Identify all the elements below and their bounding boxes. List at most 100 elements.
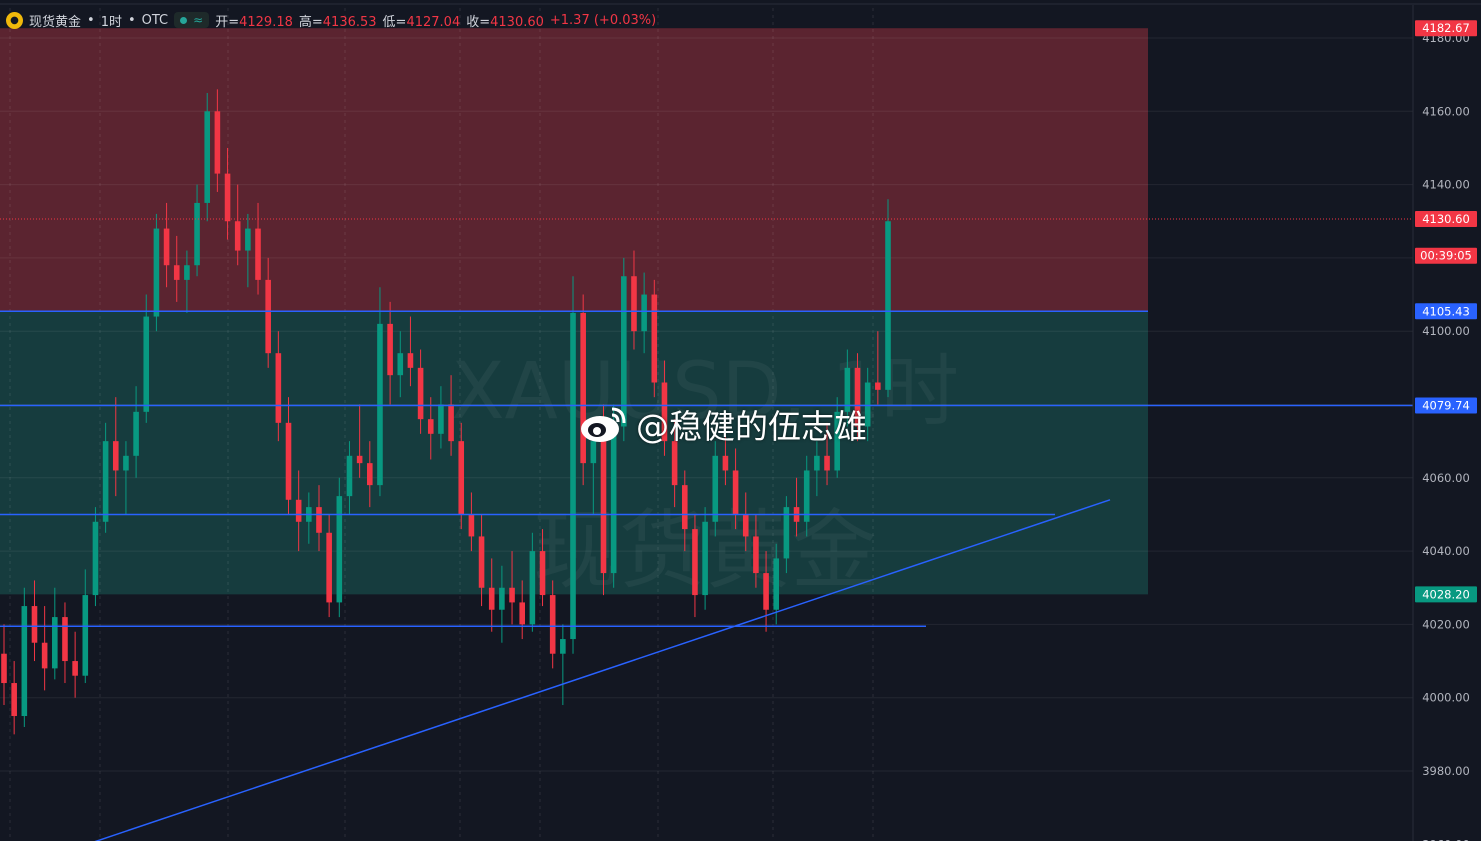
price-tag-label: 4182.67 [1422,21,1470,35]
candle-body [102,441,109,522]
candle [570,276,576,654]
candle-body [458,441,465,515]
candle-body [549,595,556,654]
candle-body [346,455,353,497]
candle-body [641,294,647,332]
candle-body [11,683,17,717]
candle-body [519,602,526,625]
candle-body [499,587,505,610]
candle-body [163,228,170,266]
candle-body [204,111,211,203]
close-label: 收= [466,14,491,30]
interval-label[interactable]: 1时 [101,11,122,30]
price-tag: 4079.74 [1415,397,1477,414]
candle [885,199,891,398]
price-tag: 4028.20 [1415,586,1477,603]
candle-body [712,455,719,522]
price-tag-label: 4130.60 [1422,212,1470,226]
price-tick-label: 4000.00 [1422,691,1470,705]
chart-legend: ● 现货黄金 • 1时 • OTC ≈ 开=4129.18 高=4136.53 … [6,10,656,30]
candle-body [448,404,454,442]
candle [336,477,343,618]
high-label: 高= [298,14,323,30]
candle-body [438,404,444,434]
exchange-label: OTC [141,12,169,28]
candle-body [681,485,688,530]
close-value: 4130.60 [490,14,544,30]
candle-body [417,367,424,420]
candle-body [62,617,68,662]
price-tick-label: 4060.00 [1422,471,1470,485]
price-axis [1413,5,1481,841]
candle [153,213,160,332]
candle-body [356,455,363,464]
candle-body [92,521,99,596]
candle-body [702,521,708,596]
price-tag: 00:39:05 [1415,247,1477,264]
candle-body [875,382,881,390]
candle-body [570,312,576,640]
price-tag: 4105.43 [1415,303,1477,320]
candle [702,507,708,610]
price-tag: 4182.67 [1415,20,1477,37]
candle-body [41,642,48,669]
price-tick-label: 4100.00 [1422,324,1470,338]
candle-body [1,653,7,684]
candle-body [184,265,190,280]
candle-body [509,587,515,603]
candle [651,279,658,398]
candle-body [285,422,292,500]
candle-body [82,595,89,676]
candle-body [366,463,373,486]
candle-body [814,455,820,471]
open-value: 4129.18 [239,14,293,30]
candle-body [112,441,119,471]
candle-body [722,455,729,471]
market-open-dot-icon [180,16,188,24]
watermark-handle: @稳健的伍志雄 [636,407,867,446]
candle [21,587,28,728]
price-tick-label: 3980.00 [1422,764,1470,778]
high-value: 4136.53 [322,14,377,30]
candle-body [224,173,231,222]
low-label: 低= [382,14,407,30]
price-tick-label: 4160.00 [1422,104,1470,118]
candle-body [651,294,658,383]
candle-body [600,441,607,574]
candle-body [234,221,241,251]
price-tag-label: 4105.43 [1422,304,1470,318]
candle-body [468,514,475,537]
candle [204,92,211,222]
price-tick-label: 4020.00 [1422,617,1470,631]
candle-body [52,617,58,669]
candle-body [885,221,891,390]
candle-body [153,228,160,317]
symbol-name[interactable]: 现货黄金 [29,11,81,30]
candle-body [295,499,302,522]
candle-body [245,228,251,251]
legend-separator: • [127,12,136,28]
weibo-watermark: @稳健的伍志雄 [578,400,867,448]
legend-separator: • [87,12,95,28]
candle-body [143,316,150,412]
candle-body [824,455,830,471]
candle-body [397,353,404,376]
candle-body [275,353,282,423]
candle-body [692,529,698,596]
price-tag: 4130.60 [1415,211,1477,228]
candle-body [427,419,434,434]
price-tick-label: 4040.00 [1422,544,1470,558]
candle [92,507,99,607]
candle-body [387,323,393,376]
market-status-pill[interactable]: ≈ [174,12,210,28]
candle-body [21,606,28,717]
price-tick-label: 4140.00 [1422,178,1470,192]
gold-coin-icon: ● [6,11,23,29]
candle-body [326,532,332,603]
candle-body [773,558,780,610]
price-tag-label: 4028.20 [1422,587,1470,601]
candle-body [133,411,139,456]
candle-body [377,323,383,486]
candle-body [173,265,180,280]
candle-body [560,639,566,654]
